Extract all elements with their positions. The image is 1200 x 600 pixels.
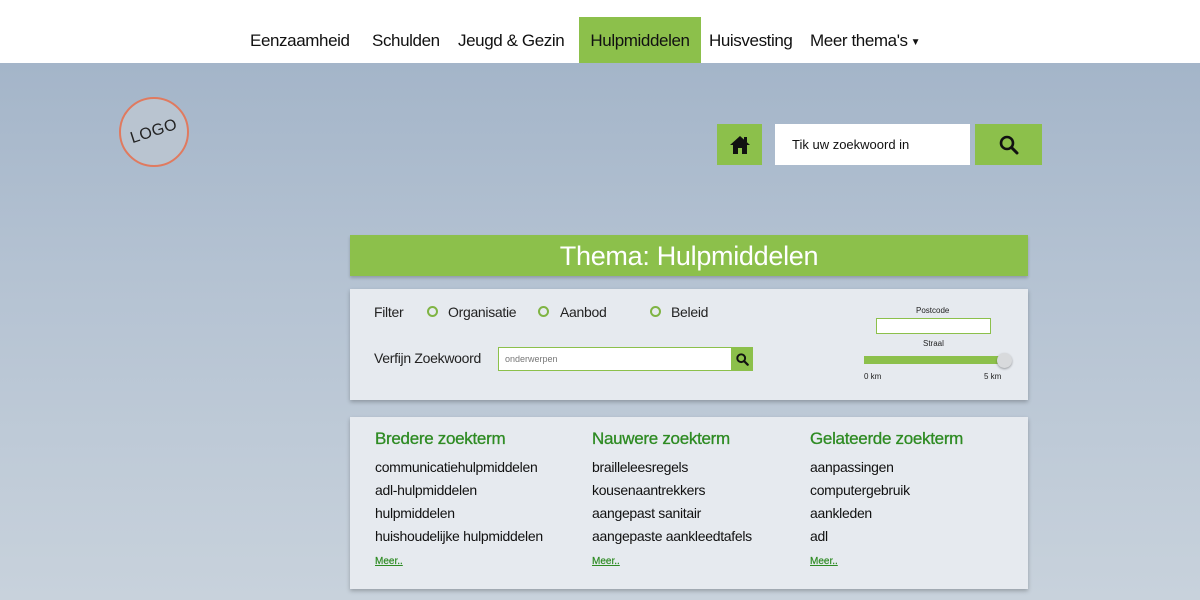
radius-slider-track[interactable] bbox=[864, 356, 999, 364]
caret-down-icon: ▼ bbox=[910, 37, 921, 48]
home-button[interactable] bbox=[717, 124, 762, 165]
radio-beleid[interactable] bbox=[650, 306, 661, 317]
radius-slider-handle[interactable] bbox=[997, 353, 1012, 368]
related-term-link[interactable]: aankleden bbox=[810, 505, 963, 528]
narrower-term-link[interactable]: kousenaantrekkers bbox=[592, 482, 752, 505]
radio-label-aanbod: Aanbod bbox=[560, 304, 607, 320]
broader-term-link[interactable]: huishoudelijke hulpmiddelen bbox=[375, 528, 543, 551]
postcode-label: Postcode bbox=[916, 306, 950, 315]
narrower-term-link[interactable]: brailleleesregels bbox=[592, 459, 752, 482]
broader-terms-title: Bredere zoekterm bbox=[375, 429, 506, 448]
broader-term-link[interactable]: communicatiehulpmiddelen bbox=[375, 459, 543, 482]
filter-panel: Filter Organisatie Aanbod Beleid Verfijn… bbox=[350, 289, 1028, 400]
related-term-link[interactable]: adl bbox=[810, 528, 963, 551]
related-terms-title: Gelateerde zoekterm bbox=[810, 429, 964, 448]
nav-item-eenzaamheid[interactable]: Eenzaamheid bbox=[250, 17, 350, 63]
radio-aanbod[interactable] bbox=[538, 306, 549, 317]
filter-label: Filter bbox=[374, 304, 404, 320]
refine-label: Verfijn Zoekwoord bbox=[374, 350, 481, 366]
related-terms-column: Gelateerde zoekterm aanpassingen compute… bbox=[810, 429, 964, 569]
broader-term-link[interactable]: adl-hulpmiddelen bbox=[375, 482, 543, 505]
top-navigation: Eenzaamheid Schulden Jeugd & Gezin Hulpm… bbox=[0, 0, 1200, 63]
search-input[interactable] bbox=[775, 124, 970, 165]
nav-item-meer-themas[interactable]: Meer thema's ▼ bbox=[810, 17, 921, 63]
slider-min-label: 0 km bbox=[864, 372, 882, 381]
refine-search-button[interactable] bbox=[731, 347, 753, 371]
logo-text: LOGO bbox=[128, 115, 180, 148]
radio-label-organisatie: Organisatie bbox=[448, 304, 517, 320]
nav-more-label: Meer thema's bbox=[810, 31, 908, 50]
broader-terms-column: Bredere zoekterm communicatiehulpmiddele… bbox=[375, 429, 543, 569]
nav-item-huisvesting[interactable]: Huisvesting bbox=[709, 17, 793, 63]
narrower-term-link[interactable]: aangepaste aankleedtafels bbox=[592, 528, 752, 551]
straal-label: Straal bbox=[923, 339, 944, 348]
broader-more-link[interactable]: Meer.. bbox=[375, 556, 403, 567]
nav-item-schulden[interactable]: Schulden bbox=[372, 17, 440, 63]
search-icon bbox=[999, 135, 1018, 154]
search-button[interactable] bbox=[975, 124, 1042, 165]
related-term-link[interactable]: aanpassingen bbox=[810, 459, 963, 482]
radio-organisatie[interactable] bbox=[427, 306, 438, 317]
related-terms-panel: Bredere zoekterm communicatiehulpmiddele… bbox=[350, 417, 1028, 589]
postcode-input[interactable] bbox=[876, 318, 991, 334]
narrower-term-link[interactable]: aangepast sanitair bbox=[592, 505, 752, 528]
radio-label-beleid: Beleid bbox=[671, 304, 709, 320]
refine-search-input[interactable] bbox=[498, 347, 732, 371]
related-more-link[interactable]: Meer.. bbox=[810, 556, 838, 567]
theme-title: Thema: Hulpmiddelen bbox=[350, 235, 1028, 276]
nav-item-hulpmiddelen[interactable]: Hulpmiddelen bbox=[579, 17, 701, 63]
narrower-more-link[interactable]: Meer.. bbox=[592, 556, 620, 567]
search-icon bbox=[735, 352, 749, 366]
narrower-terms-column: Nauwere zoekterm brailleleesregels kouse… bbox=[592, 429, 752, 569]
slider-max-label: 5 km bbox=[984, 372, 1002, 381]
narrower-terms-title: Nauwere zoekterm bbox=[592, 429, 730, 448]
nav-item-jeugd-gezin[interactable]: Jeugd & Gezin bbox=[458, 17, 565, 63]
logo[interactable]: LOGO bbox=[119, 97, 189, 167]
home-icon bbox=[729, 135, 750, 154]
broader-term-link[interactable]: hulpmiddelen bbox=[375, 505, 543, 528]
related-term-link[interactable]: computergebruik bbox=[810, 482, 963, 505]
